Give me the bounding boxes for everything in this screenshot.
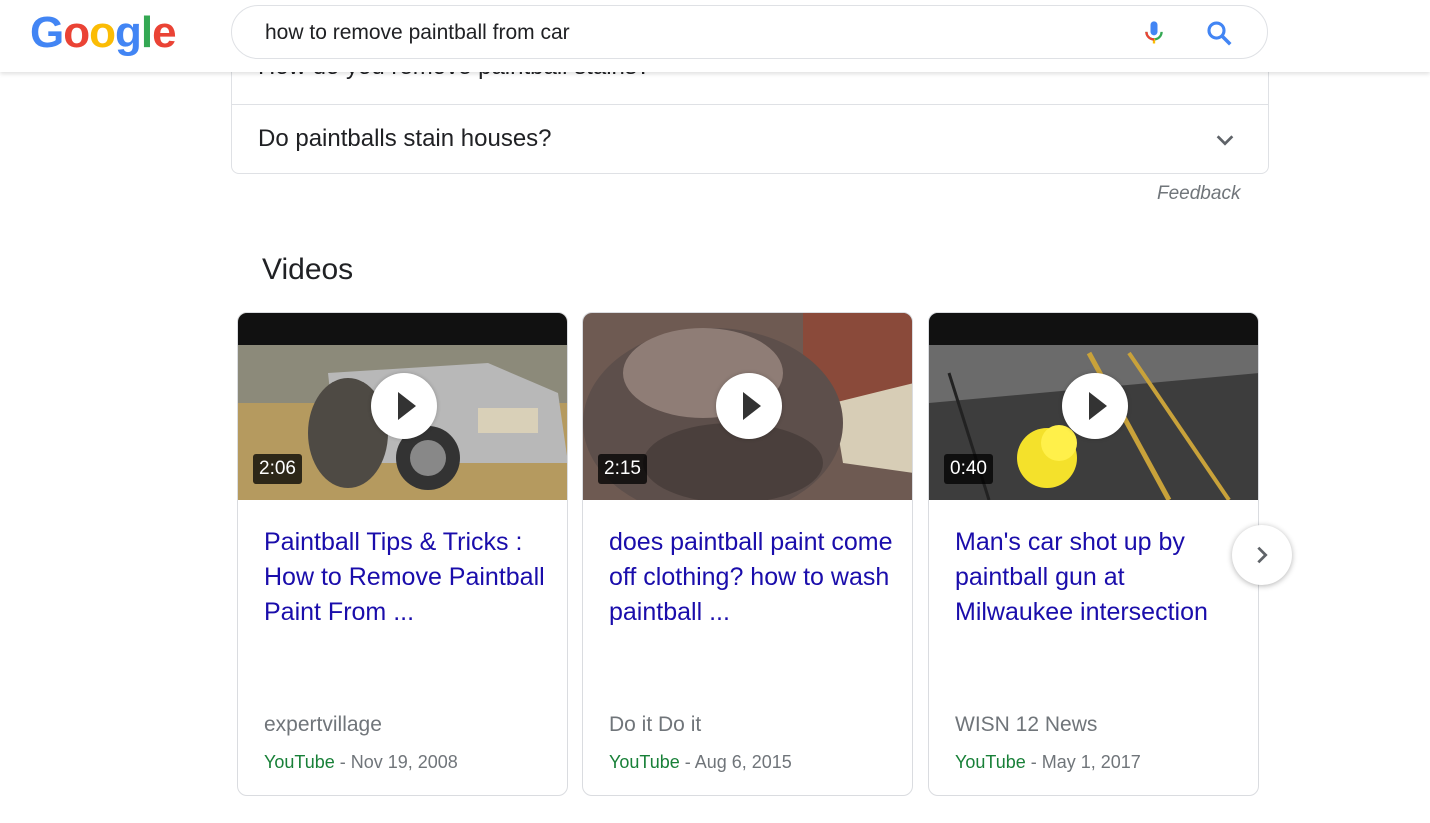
video-card[interactable]: 2:15 does paintball paint come off cloth…: [582, 312, 913, 796]
video-card[interactable]: 2:06 Paintball Tips & Tricks : How to Re…: [237, 312, 568, 796]
chevron-down-icon[interactable]: [1214, 129, 1236, 151]
video-source: YouTube: [955, 752, 1026, 772]
video-date: - Nov 19, 2008: [334, 752, 458, 772]
play-icon[interactable]: [1062, 373, 1128, 439]
video-meta: YouTube - Aug 6, 2015: [609, 752, 792, 773]
carousel-next-button[interactable]: [1232, 525, 1292, 585]
mic-icon[interactable]: [1140, 18, 1168, 48]
video-date: - May 1, 2017: [1025, 752, 1141, 772]
video-meta: YouTube - Nov 19, 2008: [264, 752, 458, 773]
video-duration: 2:15: [598, 454, 647, 484]
feedback-link[interactable]: Feedback: [1157, 183, 1240, 205]
video-card[interactable]: 0:40 Man's car shot up by paintball gun …: [928, 312, 1259, 796]
video-source: YouTube: [609, 752, 680, 772]
video-thumbnail[interactable]: 0:40: [929, 313, 1258, 500]
video-title-link[interactable]: Paintball Tips & Tricks : How to Remove …: [264, 525, 549, 630]
header: Google: [0, 0, 1430, 72]
video-channel: Do it Do it: [609, 713, 702, 736]
paa-question: Do paintballs stain houses?: [258, 125, 552, 152]
videos-heading: Videos: [262, 253, 354, 286]
video-channel: WISN 12 News: [955, 713, 1098, 736]
video-meta: YouTube - May 1, 2017: [955, 752, 1141, 773]
video-thumbnail[interactable]: 2:06: [238, 313, 567, 500]
video-source: YouTube: [264, 752, 335, 772]
video-title-link[interactable]: Man's car shot up by paintball gun at Mi…: [955, 525, 1240, 630]
search-box: [231, 5, 1268, 59]
video-duration: 2:06: [253, 454, 302, 484]
google-logo[interactable]: Google: [30, 8, 177, 58]
chevron-right-icon: [1257, 546, 1268, 564]
video-duration: 0:40: [944, 454, 993, 484]
search-input[interactable]: [265, 19, 1115, 47]
search-icon[interactable]: [1204, 18, 1234, 48]
video-thumbnail[interactable]: 2:15: [583, 313, 912, 500]
play-icon[interactable]: [371, 373, 437, 439]
video-channel: expertvillage: [264, 713, 382, 736]
paa-item[interactable]: Do paintballs stain houses?: [232, 104, 1268, 173]
video-date: - Aug 6, 2015: [679, 752, 792, 772]
video-title-link[interactable]: does paintball paint come off clothing? …: [609, 525, 894, 630]
play-icon[interactable]: [716, 373, 782, 439]
